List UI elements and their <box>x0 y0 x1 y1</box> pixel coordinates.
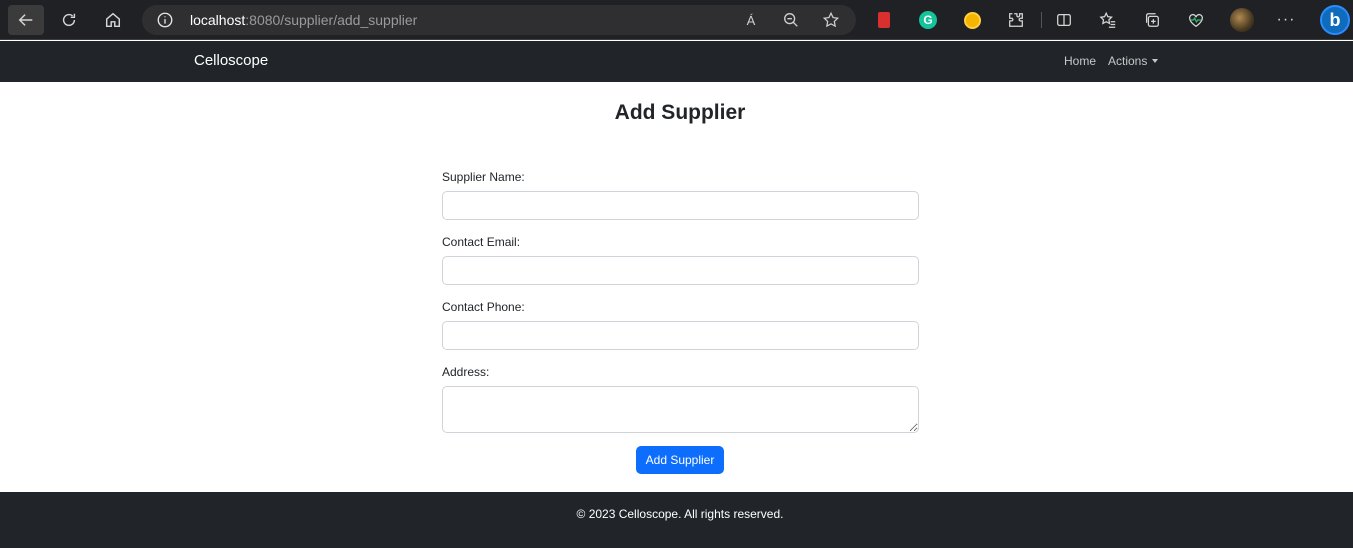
favorites-glyph <box>1099 11 1116 28</box>
back-arrow-icon <box>18 14 33 26</box>
more-icon[interactable]: ··· <box>1276 10 1296 30</box>
extensions-puzzle-icon <box>1009 13 1023 27</box>
info-icon[interactable] <box>156 11 174 29</box>
zoom-out-icon[interactable] <box>782 11 800 29</box>
caret-down-icon <box>1152 59 1159 63</box>
nav-actions-label: Actions <box>1108 54 1148 68</box>
navbar-brand[interactable]: Celloscope <box>194 52 268 69</box>
back-button[interactable] <box>8 5 44 35</box>
split-screen-glyph <box>1057 13 1071 27</box>
url-host: localhost <box>190 12 246 28</box>
health-icon[interactable] <box>1186 10 1206 30</box>
supplier-name-input[interactable] <box>442 191 919 220</box>
extension-logo <box>963 11 981 29</box>
bing-icon[interactable]: b <box>1320 5 1350 35</box>
contact-email-label: Contact Email: <box>442 235 521 249</box>
site-footer: © 2023 Celloscope. All rights reserved. <box>0 492 1353 548</box>
address-textarea[interactable] <box>442 386 919 433</box>
grammarly-icon[interactable]: G <box>918 10 938 30</box>
home-button[interactable] <box>98 5 128 35</box>
site-navbar: Celloscope Home Actions <box>0 41 1353 82</box>
home-icon <box>105 12 121 28</box>
reload-button[interactable] <box>54 5 84 35</box>
collections-icon[interactable] <box>1142 10 1162 30</box>
extension-bookmark-icon[interactable] <box>874 10 894 30</box>
add-supplier-button[interactable]: Add Supplier <box>636 446 724 474</box>
reload-icon <box>62 13 76 27</box>
contact-phone-label: Contact Phone: <box>442 300 525 314</box>
grammarly-logo: G <box>919 11 937 29</box>
split-screen-icon[interactable] <box>1054 10 1074 30</box>
page-title: Add Supplier <box>614 101 746 124</box>
favorites-icon[interactable] <box>1098 10 1118 30</box>
address-bar[interactable]: localhost:8080/supplier/add_supplier Á <box>142 5 856 35</box>
contact-email-input[interactable] <box>442 256 919 285</box>
url-path: :8080/supplier/add_supplier <box>245 12 418 28</box>
collections-glyph <box>1145 13 1159 27</box>
nav-home-link[interactable]: Home <box>1064 54 1096 68</box>
nav-actions-dropdown[interactable]: Actions <box>1108 54 1159 68</box>
read-aloud-icon[interactable]: Á <box>742 11 760 29</box>
address-label: Address: <box>442 365 490 379</box>
url-text[interactable]: localhost:8080/supplier/add_supplier <box>190 12 417 28</box>
favorite-star-icon[interactable] <box>822 11 840 29</box>
extension-icon[interactable] <box>962 10 982 30</box>
supplier-name-label: Supplier Name: <box>442 170 525 184</box>
profile-avatar[interactable] <box>1230 8 1254 32</box>
bookmark-shape <box>878 12 890 28</box>
heart-pulse-icon <box>1189 13 1203 28</box>
contact-phone-input[interactable] <box>442 321 919 350</box>
footer-copyright: © 2023 Celloscope. All rights reserved. <box>576 507 784 521</box>
toolbar-divider <box>1041 12 1042 28</box>
browser-toolbar: localhost:8080/supplier/add_supplier Á … <box>0 0 1353 40</box>
puzzle-icon[interactable] <box>1006 10 1026 30</box>
